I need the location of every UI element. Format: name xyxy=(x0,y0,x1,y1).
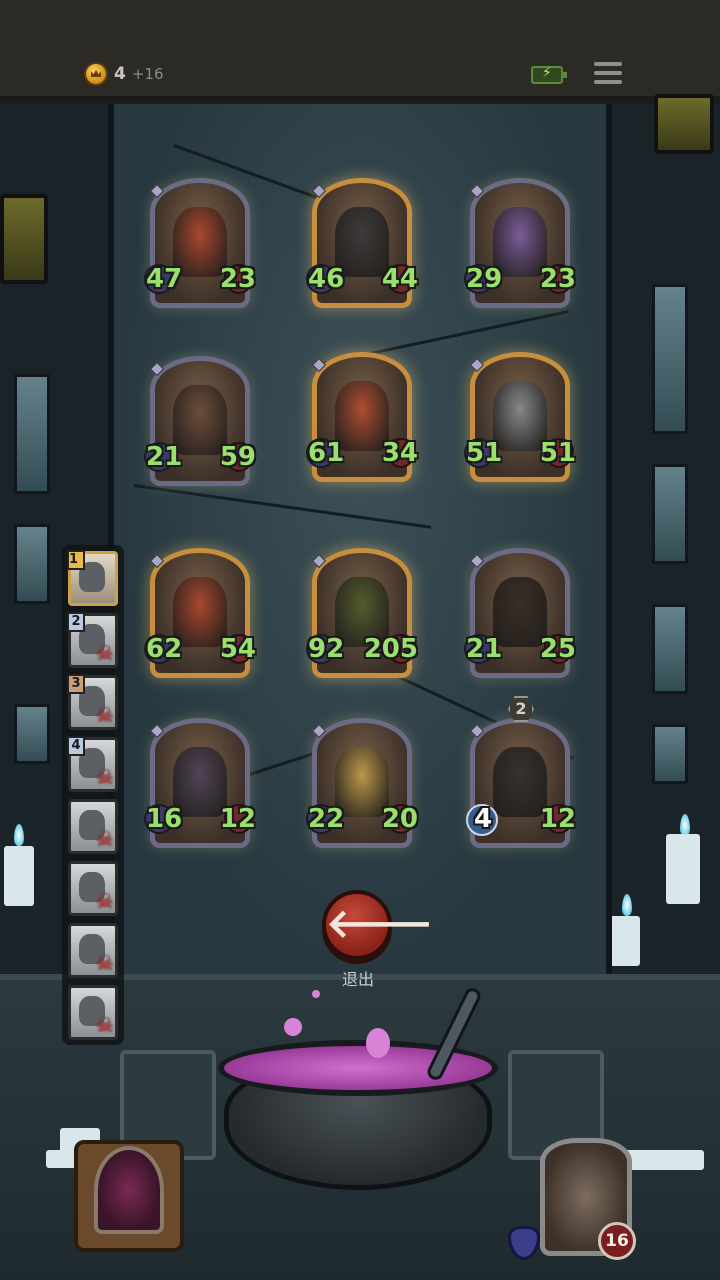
card-health: 59 xyxy=(219,442,256,472)
card-health: 12 xyxy=(219,804,256,834)
skull-crossbones-icon: ☠ xyxy=(96,765,114,789)
bubble-icon xyxy=(312,990,320,998)
menu-line-icon xyxy=(594,62,622,66)
menu-button[interactable] xyxy=(594,62,622,86)
unit-card[interactable]: 51 51 xyxy=(464,352,576,482)
window-panel xyxy=(652,464,688,564)
candle-icon xyxy=(4,846,34,906)
unit-card[interactable]: 4 12 2 xyxy=(466,696,576,848)
card-health: 20 xyxy=(381,804,418,834)
cauldron-brew xyxy=(218,1040,498,1096)
opponent-slot[interactable]: ☠ xyxy=(68,799,118,854)
skull-crossbones-icon: ☠ xyxy=(96,889,114,913)
opponent-slot[interactable]: ☠ xyxy=(68,861,118,916)
slot-rank: 2 xyxy=(67,612,85,632)
unit-card[interactable]: 92 205 xyxy=(306,548,418,678)
hero-portrait-left[interactable] xyxy=(74,1140,184,1252)
card-attack: 22 xyxy=(308,804,345,834)
card-health: 51 xyxy=(539,438,576,468)
skull-crossbones-icon: ☠ xyxy=(96,1013,114,1037)
candle-icon xyxy=(666,834,700,904)
cauldron xyxy=(218,985,498,1190)
exit-button[interactable]: 🡐 xyxy=(322,890,433,960)
window-panel xyxy=(14,374,50,494)
card-attack: 4 xyxy=(474,804,493,834)
skull-crossbones-icon: ☠ xyxy=(96,641,114,665)
opponent-slot[interactable]: 4 ☠ xyxy=(67,736,118,792)
menu-line-icon xyxy=(594,71,622,75)
slot-rank: 1 xyxy=(67,550,85,570)
lantern-icon xyxy=(0,194,48,284)
card-health: 23 xyxy=(219,264,256,294)
card-attack: 29 xyxy=(466,264,503,294)
card-attack: 47 xyxy=(146,264,183,294)
card-attack: 46 xyxy=(308,264,345,294)
opponent-slot[interactable]: ☠ xyxy=(68,985,118,1040)
skull-crossbones-icon: ☠ xyxy=(96,951,114,975)
top-bar: 4 +16 xyxy=(0,0,720,100)
hooded-hero-portrait xyxy=(94,1146,164,1234)
opponent-slot[interactable]: 3 ☠ xyxy=(67,674,118,730)
bubble-icon xyxy=(366,1028,390,1058)
skull-crossbones-icon: ☠ xyxy=(96,827,114,851)
opponent-slot[interactable]: ☠ xyxy=(68,923,118,978)
unit-card[interactable]: 21 25 xyxy=(464,548,576,678)
menu-line-icon xyxy=(594,80,622,84)
crown-coin-icon xyxy=(84,62,108,86)
unit-card[interactable]: 29 23 xyxy=(464,178,576,308)
lantern-icon xyxy=(654,94,714,154)
unit-card[interactable]: 21 59 xyxy=(144,356,256,486)
unit-card[interactable]: 61 34 xyxy=(306,352,418,482)
battery-icon xyxy=(531,65,567,84)
window-panel xyxy=(14,524,50,604)
right-wall xyxy=(600,94,720,984)
card-attack: 62 xyxy=(146,634,183,664)
card-attack: 92 xyxy=(308,634,345,664)
candle-icon xyxy=(624,1150,704,1170)
unit-card[interactable]: 46 44 xyxy=(306,178,418,308)
card-health: 25 xyxy=(539,634,576,664)
skull-crossbones-icon: ☠ xyxy=(96,703,114,727)
player-health: 16 xyxy=(605,1231,629,1251)
slot-rank: 4 xyxy=(67,736,85,756)
blue-flame-icon xyxy=(680,814,690,836)
card-attack: 21 xyxy=(466,634,503,664)
window-panel xyxy=(652,284,688,434)
card-health: 44 xyxy=(381,264,418,294)
health-heart-icon: 16 xyxy=(598,1222,636,1260)
unit-card[interactable]: 47 23 xyxy=(144,178,256,308)
card-health: 23 xyxy=(539,264,576,294)
opponent-slot[interactable]: 1 xyxy=(67,550,118,606)
card-attack: 16 xyxy=(146,804,183,834)
gold-bonus: +16 xyxy=(131,65,164,83)
blue-flame-icon xyxy=(14,824,24,846)
window-panel xyxy=(14,704,50,764)
unit-card[interactable]: 62 54 xyxy=(144,548,256,678)
exit-label: 退出 xyxy=(341,970,374,989)
arrow-left-icon: 🡐 xyxy=(326,901,434,947)
unit-card[interactable]: 16 12 xyxy=(144,718,256,848)
door-crack xyxy=(133,484,432,529)
window-panel xyxy=(652,604,688,694)
card-attack: 21 xyxy=(146,442,183,472)
opponent-sidebar: 1 2 ☠ 3 ☠ 4 ☠ ☠ ☠ ☠ ☠ xyxy=(62,545,124,1045)
card-health: 54 xyxy=(219,634,256,664)
gold-counter: 4 +16 xyxy=(84,62,164,86)
unit-card[interactable]: 22 20 xyxy=(306,718,418,848)
card-health: 205 xyxy=(363,634,418,664)
card-attack: 51 xyxy=(466,438,503,468)
card-health: 34 xyxy=(381,438,418,468)
card-attack: 61 xyxy=(308,438,345,468)
bubble-icon xyxy=(284,1018,302,1036)
blue-flame-icon xyxy=(622,894,632,916)
card-health: 12 xyxy=(539,804,576,834)
window-panel xyxy=(652,724,688,784)
gold-count: 4 xyxy=(114,64,126,84)
opponent-slot[interactable]: 2 ☠ xyxy=(67,612,118,668)
slot-rank: 3 xyxy=(67,674,85,694)
